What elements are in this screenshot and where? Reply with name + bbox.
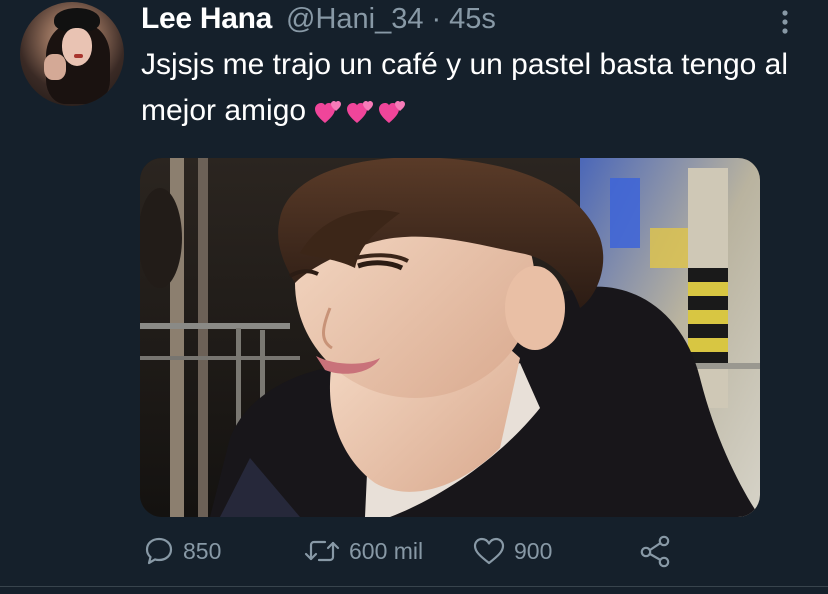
share-nodes-icon	[640, 535, 670, 568]
tweet-text-container: Jsjsjs me trajo un café y un pastel bast…	[141, 42, 801, 134]
retweet-count: 600 mil	[349, 537, 424, 564]
avatar-hand	[44, 54, 66, 80]
header-separator: ·	[431, 3, 442, 35]
more-options-button[interactable]	[779, 8, 791, 36]
tweet-timestamp[interactable]: 45s	[449, 3, 496, 36]
photo-illustration	[140, 158, 760, 517]
tweet-divider	[0, 586, 828, 587]
heart-outline-icon	[473, 537, 505, 565]
retweet-arrows-icon	[304, 540, 340, 562]
like-button[interactable]: 900	[472, 531, 552, 571]
tweet-actions: 850 600 mil 900	[0, 531, 828, 571]
two-hearts-emoji-icon	[379, 101, 406, 124]
tweet-text: Jsjsjs me trajo un café y un pastel bast…	[141, 48, 789, 127]
retweet-button[interactable]: 600 mil	[303, 531, 423, 571]
share-button[interactable]	[638, 531, 674, 571]
reply-count: 850	[183, 537, 222, 564]
speech-bubble-icon	[145, 537, 173, 565]
avatar-face	[62, 28, 92, 66]
tweet-photo[interactable]	[140, 158, 760, 517]
tweet-header: Lee Hana @Hani_34 · 45s	[141, 2, 496, 38]
emoji-group	[314, 98, 408, 126]
two-hearts-emoji-icon	[347, 101, 374, 124]
author-avatar[interactable]	[20, 2, 124, 106]
avatar-lips	[74, 54, 83, 58]
author-name[interactable]: Lee Hana	[141, 2, 272, 36]
reply-button[interactable]: 850	[143, 531, 221, 571]
vertical-ellipsis-icon	[782, 10, 788, 34]
author-handle[interactable]: @Hani_34	[286, 3, 423, 36]
two-hearts-emoji-icon	[315, 101, 342, 124]
like-count: 900	[514, 537, 553, 564]
tweet[interactable]: Lee Hana @Hani_34 · 45s Jsjsjs me trajo …	[0, 0, 828, 594]
